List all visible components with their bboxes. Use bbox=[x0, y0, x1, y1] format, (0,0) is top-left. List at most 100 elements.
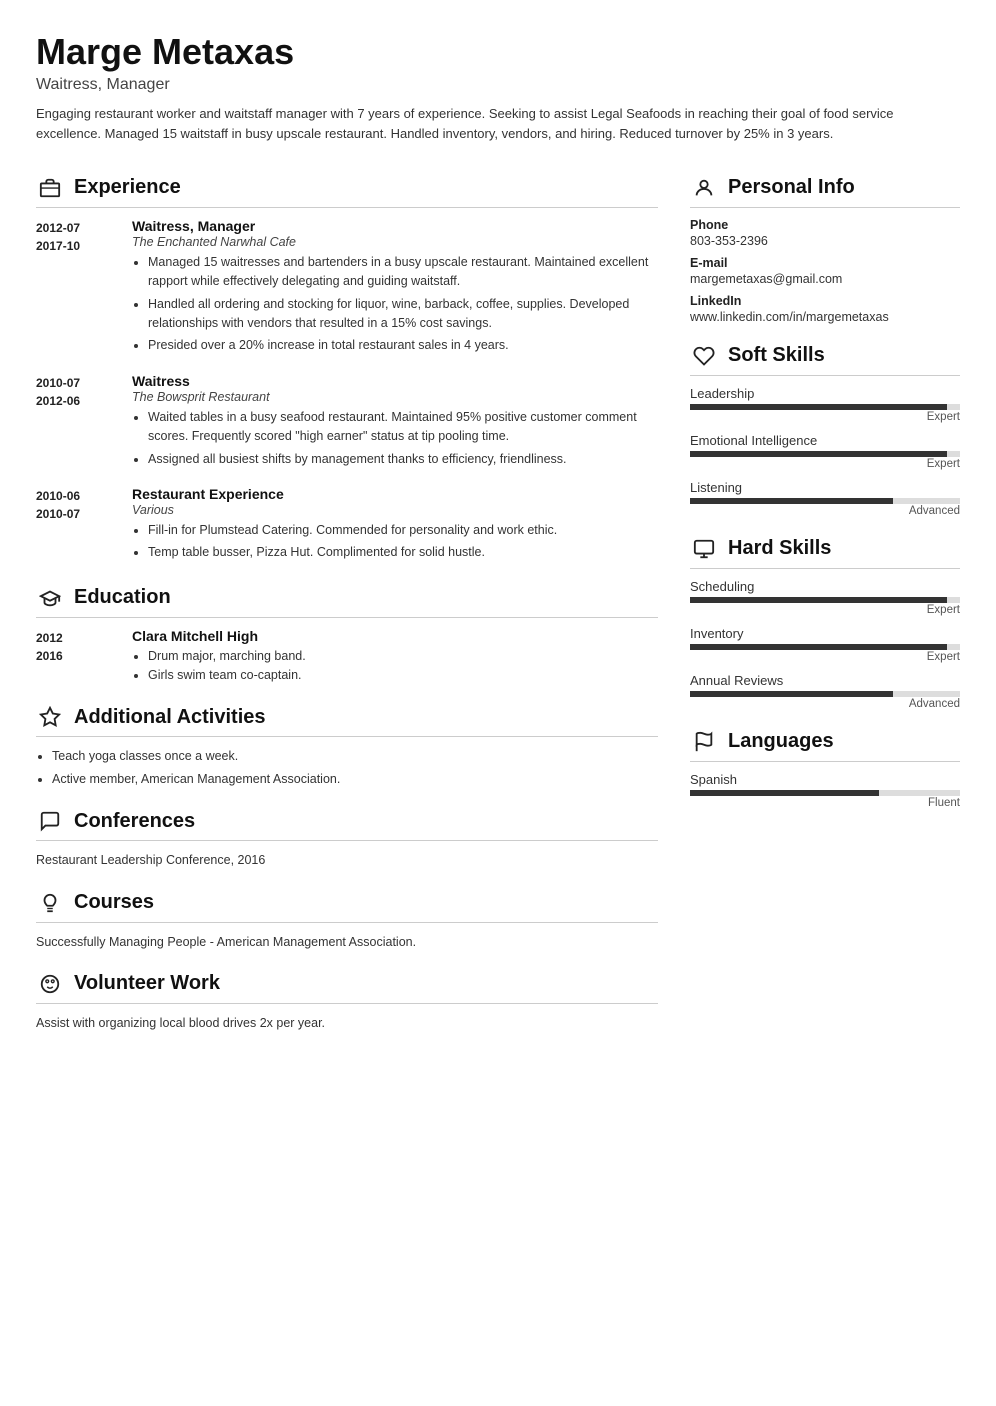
exp-details: Waitress The Bowsprit Restaurant Waited … bbox=[132, 373, 658, 472]
skill-bar-bg bbox=[690, 451, 960, 457]
list-item: Drum major, marching band. bbox=[148, 647, 658, 666]
exp-bullets: Managed 15 waitresses and bartenders in … bbox=[132, 253, 658, 356]
education-header: Education bbox=[36, 584, 658, 618]
skill-name: Scheduling bbox=[690, 579, 960, 594]
hard-skills-section: Hard Skills Scheduling Expert Inventory … bbox=[690, 535, 960, 710]
linkedin-value: www.linkedin.com/in/margemetaxas bbox=[690, 310, 960, 324]
email-label: E-mail bbox=[690, 256, 960, 270]
personal-info-icon bbox=[690, 174, 718, 202]
list-item: Waited tables in a busy seafood restaura… bbox=[148, 408, 658, 447]
soft-skills-icon bbox=[690, 342, 718, 370]
hard-skills-list: Scheduling Expert Inventory Expert Annua… bbox=[690, 579, 960, 710]
list-item: Teach yoga classes once a week. bbox=[52, 747, 658, 766]
edu-dates: 20122016 bbox=[36, 628, 116, 686]
soft-skills-header: Soft Skills bbox=[690, 342, 960, 376]
exp-company: The Bowsprit Restaurant bbox=[132, 390, 658, 404]
edu-school: Clara Mitchell High bbox=[132, 628, 658, 644]
education-entry: 20122016 Clara Mitchell High Drum major,… bbox=[36, 628, 658, 686]
skill-bar-fill bbox=[690, 597, 947, 603]
hard-skills-title: Hard Skills bbox=[728, 537, 831, 560]
skill-name: Listening bbox=[690, 480, 960, 495]
exp-company: Various bbox=[132, 503, 658, 517]
exp-details: Restaurant Experience Various Fill-in fo… bbox=[132, 486, 658, 566]
skill-bar-bg bbox=[690, 597, 960, 603]
skill-bar-fill bbox=[690, 790, 879, 796]
skill-item: Leadership Expert bbox=[690, 386, 960, 423]
conferences-title: Conferences bbox=[74, 810, 195, 833]
additional-header: Additional Activities bbox=[36, 703, 658, 737]
skill-bar-fill bbox=[690, 691, 893, 697]
skill-item: Annual Reviews Advanced bbox=[690, 673, 960, 710]
experience-entry: 2010-072012-06 Waitress The Bowsprit Res… bbox=[36, 373, 658, 472]
skill-name: Inventory bbox=[690, 626, 960, 641]
email-value: margemetaxas@gmail.com bbox=[690, 272, 960, 286]
monitor-icon bbox=[693, 538, 715, 560]
experience-list: 2012-072017-10 Waitress, Manager The Enc… bbox=[36, 218, 658, 566]
hard-skills-header: Hard Skills bbox=[690, 535, 960, 569]
volunteer-title: Volunteer Work bbox=[74, 972, 220, 995]
exp-dates: 2012-072017-10 bbox=[36, 218, 116, 359]
flag-icon bbox=[693, 731, 715, 753]
skill-level: Advanced bbox=[690, 698, 960, 710]
list-item: Assigned all busiest shifts by managemen… bbox=[148, 450, 658, 469]
list-item: Managed 15 waitresses and bartenders in … bbox=[148, 253, 658, 292]
personal-info-header: Personal Info bbox=[690, 174, 960, 208]
exp-company: The Enchanted Narwhal Cafe bbox=[132, 235, 658, 249]
left-column: Experience 2012-072017-10 Waitress, Mana… bbox=[36, 174, 658, 1051]
linkedin-label: LinkedIn bbox=[690, 294, 960, 308]
skill-bar-fill bbox=[690, 644, 947, 650]
resume-header: Marge Metaxas Waitress, Manager Engaging… bbox=[36, 32, 960, 162]
languages-title: Languages bbox=[728, 730, 834, 753]
volunteer-header: Volunteer Work bbox=[36, 970, 658, 1004]
skill-level: Fluent bbox=[690, 797, 960, 809]
exp-bullets: Fill-in for Plumstead Catering. Commende… bbox=[132, 521, 658, 563]
skill-bar-bg bbox=[690, 691, 960, 697]
conferences-text: Restaurant Leadership Conference, 2016 bbox=[36, 851, 658, 870]
exp-job-title: Waitress bbox=[132, 373, 658, 389]
summary-text: Engaging restaurant worker and waitstaff… bbox=[36, 104, 960, 144]
skill-name: Spanish bbox=[690, 772, 960, 787]
exp-dates: 2010-062010-07 bbox=[36, 486, 116, 566]
chat-icon bbox=[39, 810, 61, 832]
education-title: Education bbox=[74, 586, 171, 609]
languages-header: Languages bbox=[690, 728, 960, 762]
soft-skills-section: Soft Skills Leadership Expert Emotional … bbox=[690, 342, 960, 517]
volunteer-section: Volunteer Work Assist with organizing lo… bbox=[36, 970, 658, 1033]
conferences-icon bbox=[36, 807, 64, 835]
resume-page: Marge Metaxas Waitress, Manager Engaging… bbox=[0, 0, 996, 1406]
conferences-section: Conferences Restaurant Leadership Confer… bbox=[36, 807, 658, 870]
skill-name: Emotional Intelligence bbox=[690, 433, 960, 448]
volunteer-text: Assist with organizing local blood drive… bbox=[36, 1014, 658, 1033]
candidate-name: Marge Metaxas bbox=[36, 32, 960, 72]
courses-header: Courses bbox=[36, 889, 658, 923]
skill-bar-bg bbox=[690, 498, 960, 504]
edu-bullets: Drum major, marching band.Girls swim tea… bbox=[132, 647, 658, 686]
exp-details: Waitress, Manager The Enchanted Narwhal … bbox=[132, 218, 658, 359]
edu-details: Clara Mitchell High Drum major, marching… bbox=[132, 628, 658, 686]
main-columns: Experience 2012-072017-10 Waitress, Mana… bbox=[36, 174, 960, 1051]
experience-section: Experience 2012-072017-10 Waitress, Mana… bbox=[36, 174, 658, 566]
exp-job-title: Restaurant Experience bbox=[132, 486, 658, 502]
list-item: Active member, American Management Assoc… bbox=[52, 770, 658, 789]
list-item: Presided over a 20% increase in total re… bbox=[148, 336, 658, 355]
soft-skills-title: Soft Skills bbox=[728, 344, 825, 367]
skill-bar-bg bbox=[690, 644, 960, 650]
additional-icon bbox=[36, 703, 64, 731]
languages-section: Languages Spanish Fluent bbox=[690, 728, 960, 809]
star-icon bbox=[39, 706, 61, 728]
experience-icon bbox=[36, 174, 64, 202]
list-item: Girls swim team co-captain. bbox=[148, 666, 658, 685]
list-item: Temp table busser, Pizza Hut. Compliment… bbox=[148, 543, 658, 562]
education-icon bbox=[36, 584, 64, 612]
skill-item: Listening Advanced bbox=[690, 480, 960, 517]
languages-list: Spanish Fluent bbox=[690, 772, 960, 809]
right-column: Personal Info Phone 803-353-2396 E-mail … bbox=[690, 174, 960, 827]
phone-value: 803-353-2396 bbox=[690, 234, 960, 248]
conferences-header: Conferences bbox=[36, 807, 658, 841]
additional-section: Additional Activities Teach yoga classes… bbox=[36, 703, 658, 789]
experience-header: Experience bbox=[36, 174, 658, 208]
briefcase-icon bbox=[39, 177, 61, 199]
heart-icon bbox=[39, 973, 61, 995]
skill-name: Leadership bbox=[690, 386, 960, 401]
courses-title: Courses bbox=[74, 891, 154, 914]
